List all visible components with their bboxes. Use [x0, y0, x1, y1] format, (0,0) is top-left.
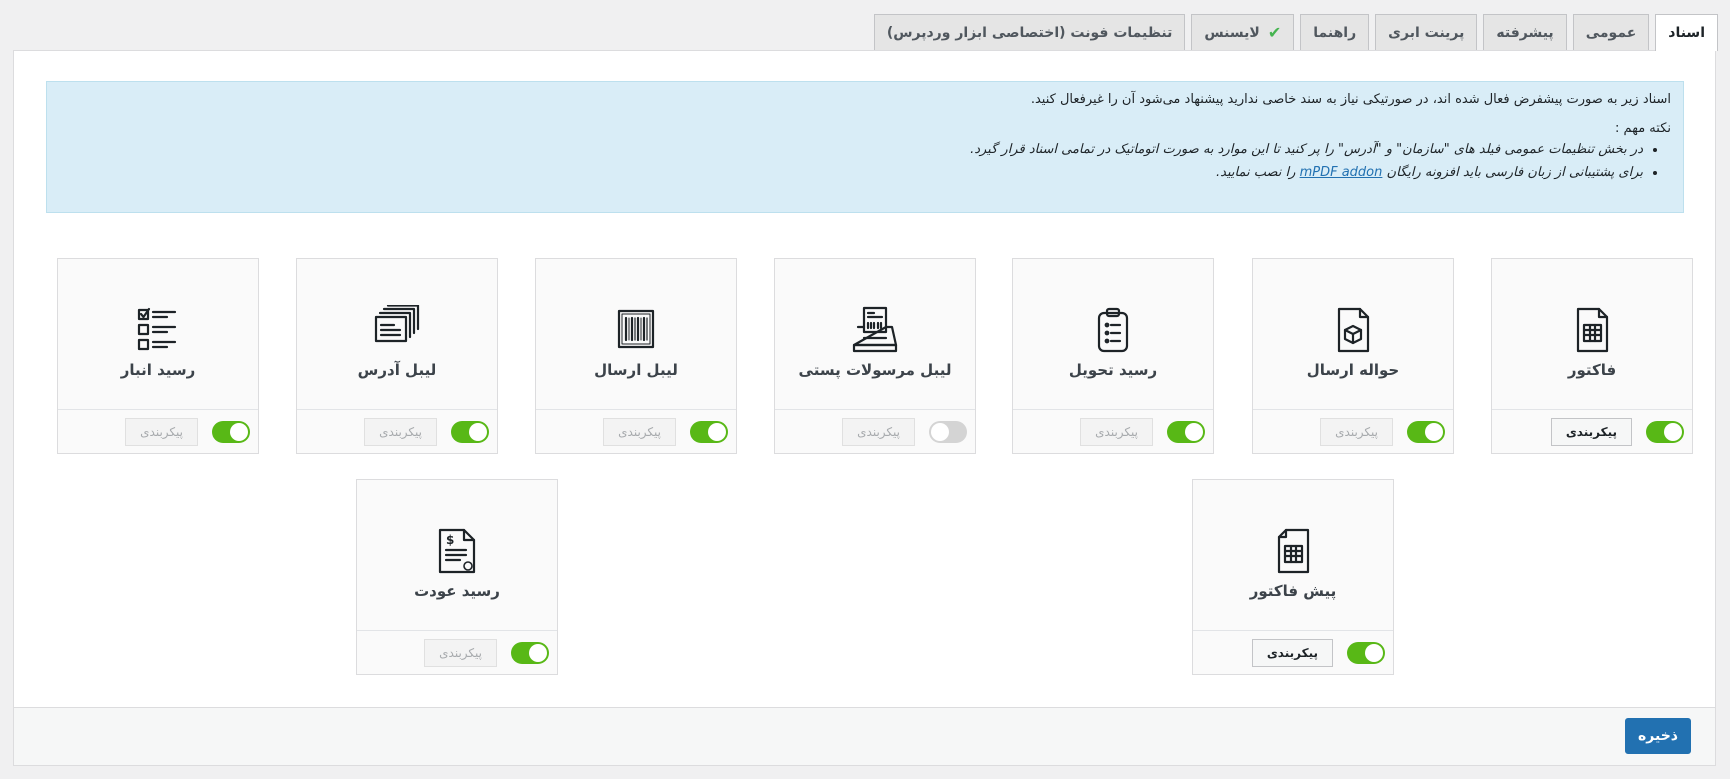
svg-text:$: $	[446, 533, 454, 547]
document-title: رسید تحویل	[1068, 361, 1158, 379]
document-title: رسید عودت	[414, 582, 500, 600]
document-card-refund-receipt: $ رسید عودت پیکربندی	[356, 479, 558, 675]
clipboard-icon	[1097, 307, 1129, 353]
documents-panel: اسناد زیر به صورت پیشفرض فعال شده اند، د…	[13, 50, 1716, 766]
document-title: لیبل ارسال	[594, 361, 678, 379]
tab-advanced[interactable]: پیشرفته	[1483, 14, 1567, 50]
notice-bullet: در بخش تنظیمات عمومی فیلد های "سازمان" و…	[59, 142, 1643, 157]
configure-button[interactable]: پیکربندی	[842, 417, 915, 446]
refund-receipt-icon: $	[438, 528, 476, 574]
configure-button[interactable]: پیکربندی	[364, 417, 437, 446]
document-card-address-label: لیبل آدرس پیکربندی	[296, 258, 498, 454]
tab-bar: اسناد عمومی پیشرفته پرینت ابری راهنما لا…	[873, 14, 1718, 51]
mpdf-addon-link[interactable]: mPDF addon	[1300, 165, 1383, 180]
info-notice: اسناد زیر به صورت پیشفرض فعال شده اند، د…	[46, 81, 1684, 213]
footer-bar: ذخیره	[14, 707, 1715, 765]
stacked-labels-icon	[374, 305, 420, 343]
document-card-postal-label: لیبل مرسولات پستی پیکربندی	[774, 258, 976, 454]
save-button[interactable]: ذخیره	[1625, 718, 1691, 754]
tab-documents[interactable]: اسناد	[1655, 14, 1718, 51]
document-title: رسید انبار	[120, 361, 196, 379]
tab-cloud-print[interactable]: پرینت ابری	[1375, 14, 1478, 50]
configure-button[interactable]: پیکربندی	[1080, 417, 1153, 446]
notice-bullet: برای پشتیبانی از زبان فارسی باید افزونه …	[59, 165, 1643, 180]
tab-help[interactable]: راهنما	[1300, 14, 1370, 50]
configure-button[interactable]: پیکربندی	[1320, 417, 1393, 446]
configure-button[interactable]: پیکربندی	[1251, 638, 1333, 667]
enable-toggle[interactable]	[451, 420, 489, 443]
enable-toggle[interactable]	[511, 641, 549, 664]
document-card-proforma: پیش فاکتور پیکربندی	[1192, 479, 1394, 675]
document-card-shipping-label: لیبل ارسال پیکربندی	[535, 258, 737, 454]
configure-button[interactable]: پیکربندی	[125, 417, 198, 446]
check-icon: ✔	[1267, 23, 1282, 42]
notice-note-title: نکته مهم :	[1615, 121, 1671, 136]
document-card-invoice: فاکتور پیکربندی	[1491, 258, 1693, 454]
notice-intro: اسناد زیر به صورت پیشفرض فعال شده اند، د…	[1030, 92, 1671, 107]
label-printer-icon	[852, 306, 898, 353]
document-title: فاکتور	[1567, 361, 1617, 379]
configure-button[interactable]: پیکربندی	[1550, 417, 1632, 446]
document-card-warehouse-receipt: رسید انبار پیکربندی	[57, 258, 259, 454]
enable-toggle[interactable]	[929, 420, 967, 443]
enable-toggle[interactable]	[1167, 420, 1205, 443]
enable-toggle[interactable]	[690, 420, 728, 443]
proforma-icon	[1277, 528, 1310, 574]
enable-toggle[interactable]	[1646, 420, 1684, 443]
document-title: لیبل آدرس	[357, 361, 437, 379]
document-title: پیش فاکتور	[1249, 582, 1337, 600]
checklist-icon	[137, 307, 177, 351]
enable-toggle[interactable]	[1347, 641, 1385, 664]
notice-list: در بخش تنظیمات عمومی فیلد های "سازمان" و…	[59, 142, 1671, 180]
invoice-icon	[1576, 307, 1609, 353]
document-card-packing-slip: حواله ارسال پیکربندی	[1252, 258, 1454, 454]
configure-button[interactable]: پیکربندی	[603, 417, 676, 446]
configure-button[interactable]: پیکربندی	[424, 638, 497, 667]
barcode-icon	[617, 309, 655, 349]
enable-toggle[interactable]	[212, 420, 250, 443]
tab-license[interactable]: لایسنس ✔	[1191, 14, 1295, 50]
enable-toggle[interactable]	[1407, 420, 1445, 443]
document-card-delivery-receipt: رسید تحویل پیکربندی	[1012, 258, 1214, 454]
tab-font-settings[interactable]: تنظیمات فونت (اختصاصی ابزار وردپرس)	[873, 14, 1186, 50]
document-title: حواله ارسال	[1306, 361, 1400, 379]
document-title: لیبل مرسولات پستی	[798, 361, 952, 379]
tab-general[interactable]: عمومی	[1572, 14, 1650, 50]
package-slip-icon	[1337, 307, 1370, 353]
